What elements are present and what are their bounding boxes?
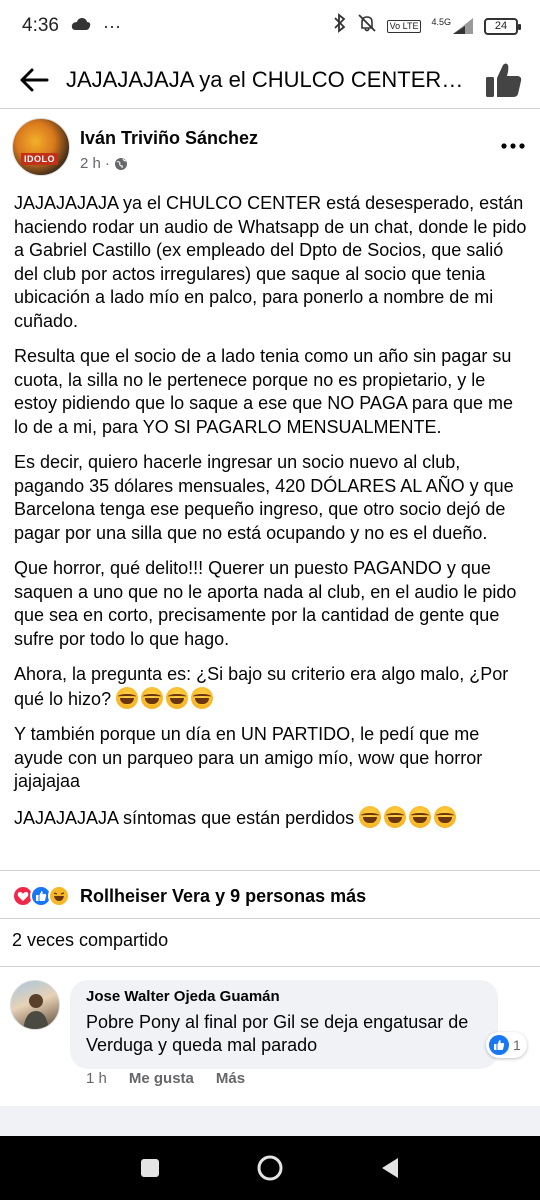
laughing-emoji-icon — [359, 805, 382, 828]
comment-time: 1 h — [86, 1070, 107, 1087]
cloud-icon — [71, 15, 91, 37]
mute-icon — [357, 13, 377, 39]
reactions-divider — [0, 918, 540, 919]
thumbs-up-icon — [486, 63, 522, 97]
comment-text: Pobre Pony al final por Gil se deja enga… — [86, 1012, 469, 1055]
post-paragraph-text: JAJAJAJAJA síntomas que están perdidos — [14, 807, 355, 828]
post-paragraph: JAJAJAJAJA ya el CHULCO CENTER está dese… — [14, 193, 527, 331]
post-timestamp[interactable]: 2 h · — [80, 155, 258, 172]
back-arrow-icon — [20, 68, 49, 92]
reactions-text: Rollheiser Vera y 9 personas más — [80, 885, 367, 906]
more-dots-icon — [501, 143, 525, 149]
triangle-back-icon — [382, 1158, 398, 1178]
post-time-text: 2 h — [80, 155, 101, 172]
like-button[interactable] — [482, 58, 526, 102]
volte-badge: Vo LTE — [386, 19, 422, 33]
comment-actions: 1 h Me gusta Más — [86, 1070, 245, 1087]
post-paragraph-final: JAJAJAJAJA síntomas que están perdidos — [14, 805, 528, 831]
status-left: 4:36 ··· — [22, 15, 121, 37]
laughing-emoji-icon — [384, 805, 407, 828]
haha-reaction-icon — [48, 885, 70, 907]
page-title: JAJAJAJAJA ya el CHULCO CENTER está dese… — [66, 67, 464, 92]
laughing-emoji-icon — [191, 686, 214, 709]
system-nav-bar — [0, 1136, 540, 1200]
signal-icon: 4.5G — [431, 17, 474, 35]
recents-button[interactable] — [130, 1148, 170, 1188]
back-button[interactable] — [14, 60, 54, 100]
comment-like-number: 1 — [513, 1037, 521, 1053]
network-type: 4.5G — [431, 17, 451, 27]
post-divider — [0, 870, 540, 871]
more-options-button[interactable] — [498, 134, 528, 158]
laughing-emoji-icon — [409, 805, 432, 828]
post-header: IDOLO Iván Triviño Sánchez 2 h · — [12, 118, 528, 184]
reactions-summary[interactable]: Rollheiser Vera y 9 personas más — [12, 876, 528, 916]
square-icon — [141, 1159, 159, 1177]
header-divider — [0, 108, 540, 109]
post-paragraph-text: Ahora, la pregunta es: ¿Si bajo su crite… — [14, 664, 509, 709]
commenter-avatar[interactable] — [10, 980, 60, 1030]
time-separator: · — [104, 155, 110, 172]
like-reaction-icon — [489, 1035, 509, 1055]
avatar-label: IDOLO — [21, 153, 58, 165]
post-author[interactable]: Iván Triviño Sánchez — [80, 128, 258, 149]
globe-icon — [114, 157, 127, 170]
post-paragraph: Es decir, quiero hacerle ingresar un soc… — [14, 452, 514, 543]
battery-icon: 24 — [484, 17, 521, 35]
post-body: JAJAJAJAJA ya el CHULCO CENTER está dese… — [14, 192, 528, 842]
bottom-spacer — [0, 1106, 540, 1136]
shares-count[interactable]: 2 veces compartido — [12, 930, 168, 951]
post-meta: Iván Triviño Sánchez 2 h · — [80, 128, 258, 172]
comment-like-count[interactable]: 1 — [486, 1032, 527, 1058]
laughing-emoji-icon — [141, 686, 164, 709]
post-paragraph: Que horror, qué delito!!! Querer un pues… — [14, 558, 517, 649]
battery-level: 24 — [494, 20, 508, 32]
status-time: 4:36 — [22, 15, 59, 36]
comment-bubble[interactable]: Jose Walter Ojeda Guamán Pobre Pony al f… — [70, 980, 498, 1069]
comment-author[interactable]: Jose Walter Ojeda Guamán — [86, 988, 484, 1005]
reaction-icons — [12, 885, 70, 907]
post-paragraph: Resulta que el socio de a lado tenia com… — [14, 346, 513, 437]
circle-icon — [257, 1155, 283, 1181]
post-paragraph: Y también porque un día en UN PARTIDO, l… — [14, 724, 483, 791]
shares-divider — [0, 966, 540, 967]
app-header: JAJAJAJAJA ya el CHULCO CENTER está dese… — [0, 52, 540, 108]
bluetooth-icon — [333, 13, 347, 39]
back-nav-button[interactable] — [370, 1148, 410, 1188]
status-right: Vo LTE 4.5G 24 — [333, 13, 521, 39]
overflow-dots: ··· — [102, 15, 121, 36]
status-bar: 4:36 ··· Vo LTE 4.5G 24 — [0, 0, 540, 52]
comment-like-button[interactable]: Me gusta — [129, 1070, 194, 1087]
post-paragraph-question: Ahora, la pregunta es: ¿Si bajo su crite… — [14, 663, 528, 711]
laughing-emoji-icon — [434, 805, 457, 828]
person-photo-icon — [23, 994, 49, 1029]
home-button[interactable] — [250, 1148, 290, 1188]
author-avatar[interactable]: IDOLO — [12, 118, 70, 176]
laughing-emoji-icon — [166, 686, 189, 709]
comment-more-button[interactable]: Más — [216, 1070, 245, 1087]
laughing-emoji-icon — [116, 686, 139, 709]
